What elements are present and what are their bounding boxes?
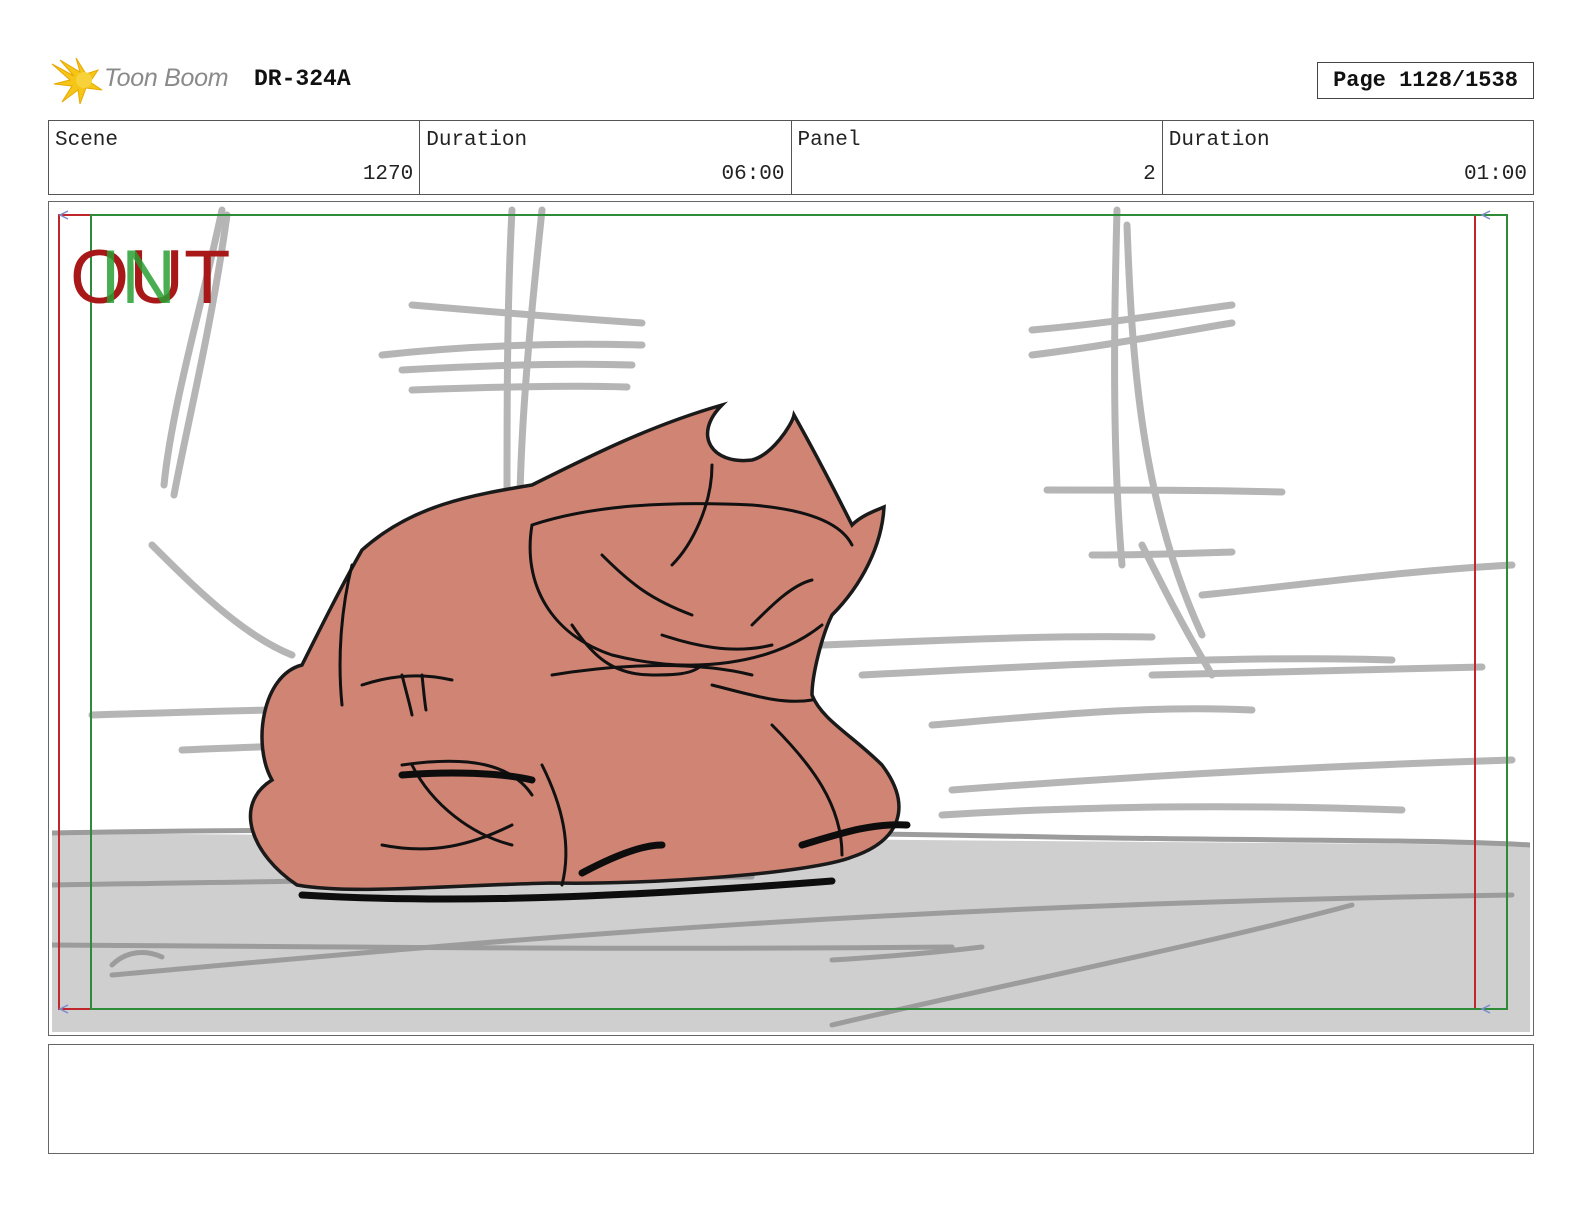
page-indicator: Page 1128/1538 [1317,62,1534,99]
logo-text: Toon Boom [104,64,229,92]
scene-duration-label: Duration [426,129,528,152]
panel-duration-label: Duration [1168,129,1270,152]
scene-duration-cell: Duration 06:00 [420,121,792,194]
panel-duration-cell: Duration 01:00 [1163,121,1533,194]
notes-box [48,1044,1534,1154]
storyboard-panel-image: OUT IN [52,205,1530,1032]
scene-duration-value: 06:00 [721,163,785,186]
board-id: DR-324A [254,66,351,92]
scene-label: Scene [55,129,119,152]
panel-label: Panel [797,129,861,152]
panel-value: 2 [1143,163,1156,186]
in-label: IN [100,235,176,320]
scene-cell: Scene 1270 [49,121,421,194]
panel-duration-value: 01:00 [1463,163,1527,186]
starburst-icon [51,57,103,105]
panel-cell: Panel 2 [792,121,1163,194]
scene-info-row: Scene 1270 Duration 06:00 Panel 2 Durati… [48,120,1534,195]
scene-value: 1270 [362,163,414,186]
